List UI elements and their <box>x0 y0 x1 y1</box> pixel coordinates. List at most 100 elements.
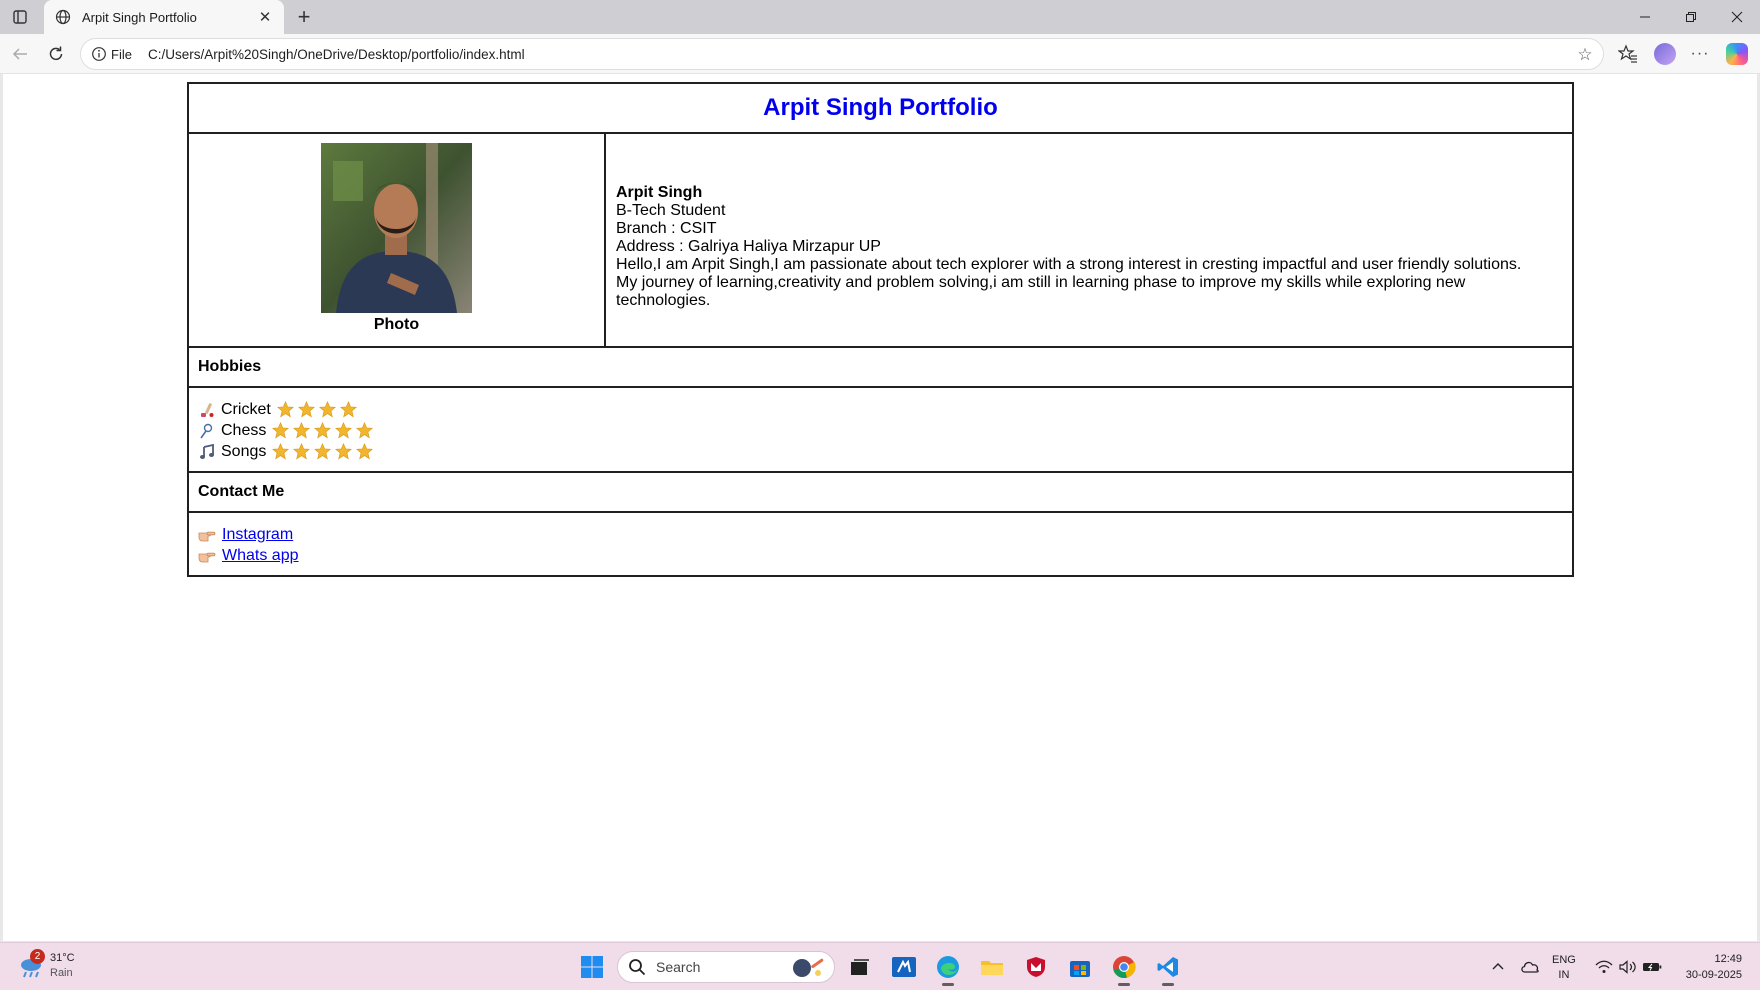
task-view-icon <box>851 959 869 975</box>
tab-actions-button[interactable] <box>8 5 32 29</box>
photo-caption: Photo <box>373 316 420 333</box>
profile-avatar[interactable] <box>1654 43 1676 65</box>
start-button[interactable] <box>576 951 608 983</box>
new-tab-button[interactable]: + <box>290 3 318 31</box>
star-icon <box>356 443 374 460</box>
browser-tab-strip: Arpit Singh Portfolio ✕ + <box>0 0 1760 34</box>
taskbar-search[interactable]: Search <box>617 951 835 983</box>
favorites-icon <box>1618 44 1637 63</box>
portfolio-table: Arpit Singh Portfolio Photo Arpit Singh … <box>187 82 1574 577</box>
app-mcafee[interactable] <box>1020 951 1052 983</box>
contact-heading: Contact Me <box>187 471 1574 513</box>
weather-condition: Rain <box>50 967 73 979</box>
close-window-button[interactable] <box>1714 0 1760 34</box>
contact-item: Instagram <box>198 524 1563 545</box>
pointing-hand-icon <box>198 531 216 541</box>
favorite-star-icon[interactable]: ☆ <box>1575 45 1595 65</box>
url-text[interactable]: C:/Users/Arpit%20Singh/OneDrive/Desktop/… <box>148 47 525 62</box>
address-bar[interactable]: File C:/Users/Arpit%20Singh/OneDrive/Des… <box>80 38 1604 70</box>
back-arrow-icon <box>12 48 27 60</box>
hobby-label: Cricket <box>221 400 271 418</box>
star-icon <box>318 401 336 418</box>
minimize-icon <box>1640 16 1650 18</box>
star-icon <box>272 443 290 460</box>
search-highlight-icon <box>793 958 824 977</box>
edge-icon <box>937 956 959 978</box>
shield-icon <box>1027 957 1045 977</box>
language-code: ENG <box>1552 954 1576 966</box>
star-icon <box>335 443 353 460</box>
back-button[interactable] <box>8 42 32 66</box>
windows-logo-icon <box>581 956 603 978</box>
vscode-icon <box>1157 957 1178 977</box>
show-hidden-icons-button[interactable] <box>1482 951 1514 983</box>
browser-tab[interactable]: Arpit Singh Portfolio ✕ <box>44 0 284 34</box>
profile-branch: Branch : CSIT <box>616 220 717 237</box>
cricket-bat-icon <box>198 401 215 418</box>
heading-cell: Arpit Singh Portfolio <box>187 82 1574 134</box>
music-note-icon <box>198 443 215 460</box>
speaker-icon <box>1619 960 1636 974</box>
favorites-button[interactable] <box>1616 42 1640 66</box>
hobbies-list: Cricket Chess Songs <box>187 386 1574 473</box>
instagram-link[interactable]: Instagram <box>222 526 293 544</box>
pointing-hand-icon <box>198 552 216 562</box>
tab-title: Arpit Singh Portfolio <box>82 9 197 25</box>
star-icon <box>297 401 315 418</box>
app-edge[interactable] <box>932 951 964 986</box>
info-icon[interactable] <box>91 46 107 62</box>
photo-cell: Photo <box>187 132 606 348</box>
star-icon <box>293 443 311 460</box>
refresh-button[interactable] <box>44 42 68 66</box>
restore-button[interactable] <box>1668 0 1714 34</box>
rating-stars <box>276 401 361 418</box>
app-store[interactable] <box>1064 951 1096 983</box>
app-chrome[interactable] <box>1108 951 1140 986</box>
region-code: IN <box>1558 969 1570 981</box>
profile-address: Address : Galriya Haliya Mirzapur UP <box>616 238 881 255</box>
whatsapp-link[interactable]: Whats app <box>222 547 298 565</box>
restore-icon <box>1686 12 1696 22</box>
profile-bio-line-1: Hello,I am Arpit Singh,I am passionate a… <box>616 256 1522 273</box>
app-blue-icon <box>892 957 916 977</box>
rating-stars <box>272 422 377 439</box>
hobby-item: Chess <box>198 420 1563 441</box>
app-vscode[interactable] <box>1152 951 1184 986</box>
cloud-icon <box>1521 961 1539 973</box>
task-view-button[interactable] <box>844 951 876 983</box>
search-icon <box>629 959 646 976</box>
weather-temp: 31°C <box>50 952 75 964</box>
contact-item: Whats app <box>198 545 1563 566</box>
more-menu-button[interactable]: ··· <box>1688 42 1712 66</box>
star-icon <box>335 422 353 439</box>
browser-toolbar: File C:/Users/Arpit%20Singh/OneDrive/Des… <box>0 34 1760 74</box>
weather-widget[interactable]: 2 31°C Rain <box>18 949 75 981</box>
hobby-item: Songs <box>198 441 1563 462</box>
wifi-icon <box>1595 960 1613 973</box>
star-icon <box>276 401 294 418</box>
hobbies-heading: Hobbies <box>187 346 1574 388</box>
refresh-icon <box>49 46 63 61</box>
tab-close-icon[interactable]: ✕ <box>256 8 274 26</box>
star-icon <box>293 422 311 439</box>
clock-time: 12:49 <box>1714 953 1742 965</box>
ellipsis-icon: ··· <box>1690 45 1710 62</box>
star-icon <box>314 443 332 460</box>
copilot-icon[interactable] <box>1726 43 1748 65</box>
app-vscode-alt[interactable] <box>888 951 920 983</box>
profile-info-cell: Arpit Singh B-Tech Student Branch : CSIT… <box>604 132 1574 348</box>
hobby-item: Cricket <box>198 399 1563 420</box>
app-file-explorer[interactable] <box>976 951 1008 983</box>
onedrive-button[interactable] <box>1514 951 1546 983</box>
folder-icon <box>981 961 1003 975</box>
hobby-label: Chess <box>221 421 267 439</box>
battery-charging-icon <box>1643 963 1662 971</box>
page-title: Arpit Singh Portfolio <box>763 94 998 121</box>
star-icon <box>314 422 332 439</box>
minimize-button[interactable] <box>1622 0 1668 34</box>
battery-button[interactable] <box>1636 951 1668 983</box>
globe-icon <box>54 8 72 26</box>
system-clock[interactable]: 12:49 30-09-2025 <box>1672 951 1742 983</box>
input-language[interactable]: ENG IN <box>1552 953 1576 983</box>
close-icon <box>1731 11 1743 23</box>
